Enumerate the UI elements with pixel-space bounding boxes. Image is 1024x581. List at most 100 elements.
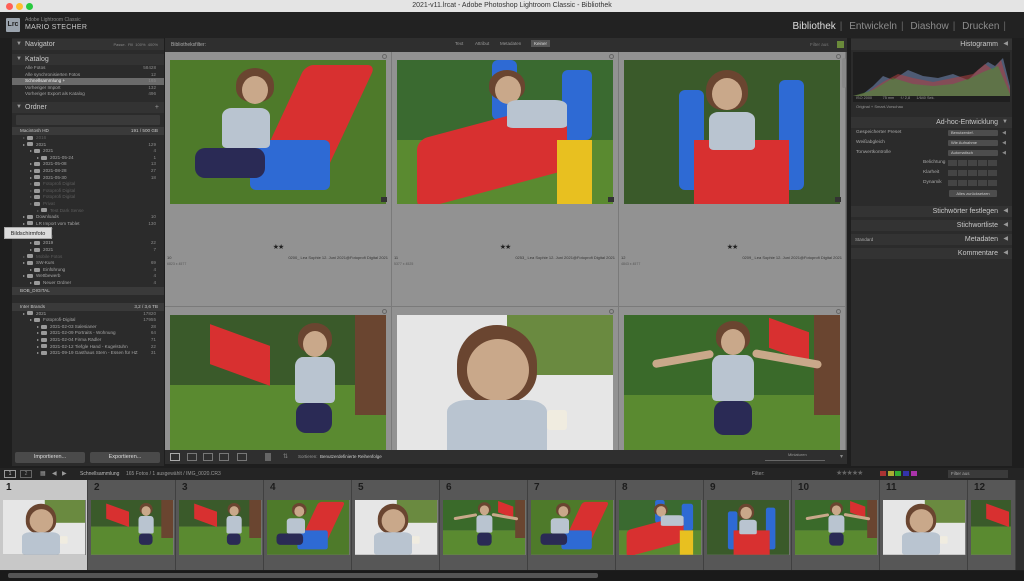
disclosure-triangle-icon[interactable]: ▸	[23, 135, 25, 140]
folder-item[interactable]: ▸ 2021-08-28 27	[12, 168, 164, 175]
quick-collection-icon[interactable]	[382, 54, 387, 59]
disclosure-triangle-icon[interactable]: ▸	[37, 330, 39, 335]
folder-item[interactable]: ▸ Einführung 4	[12, 267, 164, 274]
filmstrip-cell[interactable]: 12	[968, 480, 1016, 570]
filmstrip-thumbnail[interactable]	[3, 500, 86, 555]
module-diashow[interactable]: Diashow	[910, 21, 948, 32]
painter-icon[interactable]	[265, 453, 271, 461]
disclosure-triangle-icon[interactable]: ▸	[23, 260, 25, 265]
module-drucken[interactable]: Drucken	[962, 21, 999, 32]
folder-item[interactable]: ▸ Fotoprofi Digital	[12, 181, 164, 188]
filmstrip-thumbnail[interactable]	[179, 500, 262, 555]
adjust-step-button[interactable]	[958, 170, 967, 176]
keywording-header[interactable]: Stichwörter festlegen ◀	[851, 206, 1012, 217]
disclosure-triangle-icon[interactable]: ▸	[23, 254, 25, 259]
filmstrip-thumbnail[interactable]	[971, 500, 1011, 555]
disclosure-triangle-icon[interactable]: ▸	[23, 311, 25, 316]
disclosure-triangle-icon[interactable]: ▸	[30, 161, 32, 166]
disclosure-triangle-icon[interactable]: ▸	[30, 201, 32, 206]
folder-item[interactable]: ▸ 2021 129	[12, 142, 164, 149]
folder-item[interactable]: ▸ 2021-02-09 Portraits - Wohnung 64	[12, 330, 164, 337]
loupe-view-icon[interactable]	[187, 453, 197, 461]
navigator-header[interactable]: ▼ Navigator Passe. Fill 100% 400%	[12, 39, 164, 50]
disclosure-triangle-icon[interactable]: ▸	[37, 324, 39, 329]
sort-direction-icon[interactable]: ⇅	[283, 453, 288, 460]
disclosure-triangle-icon[interactable]: ▸	[37, 344, 39, 349]
disclosure-triangle-icon[interactable]: ▸	[30, 175, 32, 180]
metadata-preset-select[interactable]: Standard	[855, 234, 873, 245]
disclosure-triangle-icon[interactable]: ▸	[37, 155, 39, 160]
filter-tab-attribut[interactable]: Attribut	[475, 41, 489, 46]
disclosure-triangle-icon[interactable]: ▸	[30, 181, 32, 186]
folder-search-input[interactable]	[16, 114, 160, 125]
filmstrip-thumbnail[interactable]	[795, 500, 878, 555]
grid-cell[interactable]	[619, 307, 846, 450]
catalog-header[interactable]: ▼ Katalog	[12, 54, 164, 65]
volume-bob-digital[interactable]: BOB_DIGITAL	[12, 286, 164, 295]
filmstrip-cell[interactable]: 7	[528, 480, 616, 570]
people-view-icon[interactable]	[237, 453, 247, 461]
filmstrip-cell[interactable]: 4	[264, 480, 352, 570]
folder-item[interactable]: ▸ Privat	[12, 201, 164, 208]
thumbnail-size-slider[interactable]	[765, 460, 825, 461]
filmstrip-thumbnail[interactable]	[707, 500, 790, 555]
adjust-step-button[interactable]	[968, 160, 977, 166]
catalog-item[interactable]: Alle Fotos 58428	[12, 65, 164, 72]
primary-window-button[interactable]: 1	[4, 470, 16, 478]
disclosure-triangle-icon[interactable]: ▸	[30, 240, 32, 245]
compare-view-icon[interactable]	[203, 453, 213, 461]
disclosure-triangle-icon[interactable]: ▸	[30, 280, 32, 285]
adjust-step-button[interactable]	[958, 180, 967, 186]
expand-triangle-icon[interactable]: ◀	[1002, 148, 1006, 158]
disclosure-triangle-icon[interactable]: ▸	[30, 267, 32, 272]
filter-tab-metadaten[interactable]: Metadaten	[500, 41, 521, 46]
filmstrip-cell[interactable]: 1	[0, 480, 88, 570]
quick-collection-icon[interactable]	[382, 309, 387, 314]
filter-lock-icon[interactable]	[837, 41, 844, 48]
module-bibliothek[interactable]: Bibliothek	[792, 21, 835, 32]
folders-header[interactable]: ▼ Ordner +	[12, 101, 164, 113]
filmstrip-cell[interactable]: 9	[704, 480, 792, 570]
disclosure-triangle-icon[interactable]: ▸	[30, 148, 32, 153]
quick-collection-icon[interactable]	[836, 54, 841, 59]
quick-develop-select[interactable]: Benutzerdef.	[948, 130, 998, 136]
forward-arrow-icon[interactable]: ▶	[62, 470, 67, 477]
folder-item[interactable]: ▸ SW-Kurs 69	[12, 260, 164, 267]
filmstrip-cell[interactable]: 11	[880, 480, 968, 570]
folder-item[interactable]: ▸ Wettbewerb 4	[12, 273, 164, 280]
folder-item[interactable]: ▸ 2021-02-04 Firma Rädler 71	[12, 337, 164, 344]
folder-item[interactable]: ▸ 2021-05-30 18	[12, 175, 164, 182]
filmstrip-thumbnail[interactable]	[619, 500, 702, 555]
photo-thumbnail[interactable]	[170, 60, 386, 204]
filmstrip-filter-select[interactable]: Filter aus	[948, 470, 1008, 478]
disclosure-triangle-icon[interactable]: ▸	[30, 247, 32, 252]
folder-item[interactable]: ▸ 2021 4	[12, 148, 164, 155]
adjust-step-button[interactable]	[988, 160, 997, 166]
grid-view-icon[interactable]	[170, 453, 180, 461]
grid-cell[interactable]: ★★ 11 0253_ Lea Sophie 12. Juni 2021@Fotop…	[392, 52, 619, 307]
quick-develop-select[interactable]: Wie Aufnahme	[948, 140, 998, 146]
adjust-step-button[interactable]	[968, 180, 977, 186]
catalog-item[interactable]: Vorheriger Import 132	[12, 85, 164, 92]
folder-item[interactable]: ▸ Test Dark Sense	[12, 208, 164, 215]
filmstrip-thumbnail[interactable]	[883, 500, 966, 555]
export-button[interactable]: Exportieren...	[90, 452, 160, 463]
rating-stars[interactable]: ★★	[619, 243, 845, 251]
catalog-item[interactable]: Schnellsammlung + 165	[12, 78, 164, 85]
quick-collection-icon[interactable]	[609, 309, 614, 314]
filter-preset[interactable]: Filter aus	[810, 42, 829, 47]
disclosure-triangle-icon[interactable]: ▸	[37, 337, 39, 342]
disclosure-triangle-icon[interactable]: ▸	[30, 317, 32, 322]
filmstrip-source[interactable]: Schnellsammlung	[80, 471, 119, 477]
histogram-header[interactable]: Histogramm ◀	[851, 39, 1012, 50]
survey-view-icon[interactable]	[219, 453, 229, 461]
quick-develop-header[interactable]: Ad-hoc-Entwicklung ▼	[851, 117, 1012, 128]
filter-tab-keiner[interactable]: Keiner	[531, 40, 551, 47]
filmstrip-thumbnail[interactable]	[355, 500, 438, 555]
volume-inter-brands[interactable]: Inter Brands 3,2 / 3,6 TB	[12, 302, 164, 311]
filmstrip-cell[interactable]: 2	[88, 480, 176, 570]
grid-cell[interactable]	[165, 307, 392, 450]
filmstrip-cell[interactable]: 6	[440, 480, 528, 570]
folder-item[interactable]: ▸ Downloads 10	[12, 214, 164, 221]
folder-item[interactable]: ▸ 2019 22	[12, 240, 164, 247]
